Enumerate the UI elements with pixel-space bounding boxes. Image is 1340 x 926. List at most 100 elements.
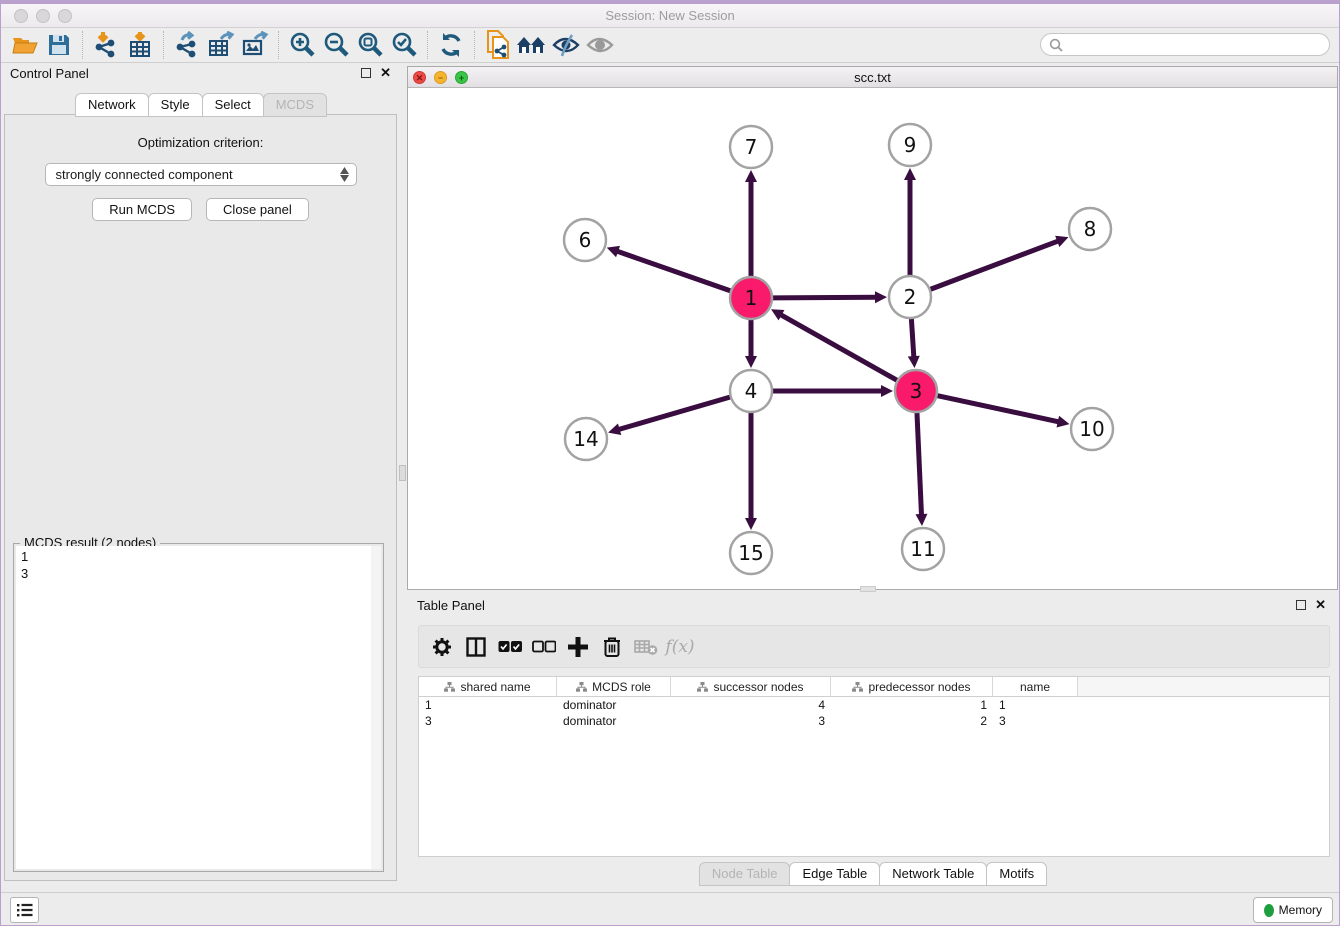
mcds-tab-content: Optimization criterion: strongly connect… bbox=[4, 114, 397, 881]
network-graph[interactable]: 7968124314101511 bbox=[408, 88, 1337, 590]
cell-successor-nodes[interactable]: 4 bbox=[671, 697, 831, 713]
column-header-MCDS-role[interactable]: MCDS role bbox=[557, 677, 671, 697]
delete-row-button[interactable] bbox=[597, 632, 627, 662]
hide-unselected-button[interactable] bbox=[549, 30, 583, 60]
add-row-button[interactable] bbox=[563, 632, 593, 662]
node-label-14: 14 bbox=[573, 427, 598, 451]
cell-MCDS-role[interactable]: dominator bbox=[557, 713, 671, 729]
column-header-shared-name[interactable]: shared name bbox=[419, 677, 557, 697]
plus-icon bbox=[567, 636, 589, 658]
table-row[interactable]: 1dominator411 bbox=[419, 697, 1329, 713]
show-all-button[interactable] bbox=[583, 30, 617, 60]
arrowhead-4-3 bbox=[881, 385, 893, 397]
tab-mcds[interactable]: MCDS bbox=[263, 93, 327, 117]
refresh-button[interactable] bbox=[434, 30, 468, 60]
table-tab-network-table[interactable]: Network Table bbox=[879, 862, 987, 886]
open-session-button[interactable] bbox=[8, 30, 42, 60]
import-table-button[interactable] bbox=[123, 30, 157, 60]
export-table-button[interactable] bbox=[204, 30, 238, 60]
home-button[interactable] bbox=[515, 30, 549, 60]
network-view-window: ✕ − + scc.txt 7968124314101511 bbox=[407, 66, 1338, 590]
trash-icon bbox=[602, 636, 622, 658]
cell-predecessor-nodes[interactable]: 1 bbox=[831, 697, 993, 713]
select-all-icon bbox=[498, 640, 522, 654]
cell-successor-nodes[interactable]: 3 bbox=[671, 713, 831, 729]
save-session-button[interactable] bbox=[42, 30, 76, 60]
zoom-out-button[interactable] bbox=[319, 30, 353, 60]
search-box[interactable] bbox=[1040, 33, 1330, 56]
criterion-dropdown[interactable]: strongly connected component bbox=[45, 163, 357, 186]
node-label-15: 15 bbox=[738, 541, 763, 565]
zoom-fit-button[interactable] bbox=[353, 30, 387, 60]
memory-button[interactable]: Memory bbox=[1253, 897, 1333, 923]
close-panel-button[interactable]: Close panel bbox=[206, 198, 309, 221]
arrowhead-2-9 bbox=[904, 168, 916, 180]
tab-style[interactable]: Style bbox=[148, 93, 203, 117]
mcds-result-list[interactable]: 1 3 bbox=[16, 546, 381, 869]
edge-3-10[interactable] bbox=[938, 396, 1060, 422]
column-header-name[interactable]: name bbox=[993, 677, 1078, 697]
delete-table-button[interactable] bbox=[631, 632, 661, 662]
result-scrollbar[interactable] bbox=[371, 546, 381, 869]
network-window-titlebar[interactable]: ✕ − + scc.txt bbox=[408, 67, 1337, 88]
cell-MCDS-role[interactable]: dominator bbox=[557, 697, 671, 713]
network-from-file-button[interactable] bbox=[481, 30, 515, 60]
table-tab-node-table[interactable]: Node Table bbox=[699, 862, 791, 886]
node-label-7: 7 bbox=[745, 135, 758, 159]
window-title: Session: New Session bbox=[0, 8, 1340, 23]
search-icon bbox=[1049, 38, 1063, 52]
edge-3-1[interactable] bbox=[780, 314, 897, 380]
split-view-button[interactable] bbox=[461, 632, 491, 662]
toolbar-separator bbox=[278, 31, 279, 59]
toolbar-separator bbox=[427, 31, 428, 59]
close-table-panel-icon[interactable]: ✕ bbox=[1315, 600, 1326, 610]
edge-4-14[interactable] bbox=[618, 397, 730, 430]
run-mcds-button[interactable]: Run MCDS bbox=[92, 198, 192, 221]
table-panel-title: Table Panel bbox=[417, 598, 485, 613]
zoom-in-button[interactable] bbox=[285, 30, 319, 60]
select-all-button[interactable] bbox=[495, 632, 525, 662]
table-tab-motifs[interactable]: Motifs bbox=[986, 862, 1047, 886]
arrowhead-2-3 bbox=[908, 356, 920, 368]
task-history-button[interactable] bbox=[10, 897, 39, 923]
tab-select[interactable]: Select bbox=[202, 93, 264, 117]
arrowhead-1-2 bbox=[875, 291, 887, 303]
node-label-1: 1 bbox=[745, 286, 758, 310]
float-table-panel-icon[interactable] bbox=[1296, 600, 1306, 610]
deselect-all-button[interactable] bbox=[529, 632, 559, 662]
cell-predecessor-nodes[interactable]: 2 bbox=[831, 713, 993, 729]
table-settings-button[interactable] bbox=[427, 632, 457, 662]
panel-splitter-handle[interactable] bbox=[399, 465, 406, 481]
column-header-predecessor-nodes[interactable]: predecessor nodes bbox=[831, 677, 993, 697]
zoom-fit-icon bbox=[356, 31, 384, 59]
search-input[interactable] bbox=[1068, 38, 1321, 52]
cell-shared-name[interactable]: 3 bbox=[419, 713, 557, 729]
float-panel-icon[interactable] bbox=[361, 68, 371, 78]
table-row[interactable]: 3dominator323 bbox=[419, 713, 1329, 729]
export-image-icon bbox=[241, 31, 269, 59]
zoom-in-icon bbox=[288, 31, 316, 59]
node-label-2: 2 bbox=[904, 285, 917, 309]
network-window-title: scc.txt bbox=[408, 70, 1337, 85]
zoom-selected-button[interactable] bbox=[387, 30, 421, 60]
cell-name[interactable]: 3 bbox=[993, 713, 1078, 729]
apply-function-button[interactable]: f(x) bbox=[665, 632, 695, 662]
network-canvas[interactable]: 7968124314101511 bbox=[408, 88, 1337, 589]
tab-network[interactable]: Network bbox=[75, 93, 149, 117]
close-panel-icon[interactable]: ✕ bbox=[380, 68, 391, 78]
node-table[interactable]: shared nameMCDS rolesuccessor nodesprede… bbox=[418, 676, 1330, 857]
column-header-successor-nodes[interactable]: successor nodes bbox=[671, 677, 831, 697]
export-network-button[interactable] bbox=[170, 30, 204, 60]
horizontal-splitter-handle[interactable] bbox=[860, 586, 876, 592]
cell-shared-name[interactable]: 1 bbox=[419, 697, 557, 713]
edge-3-11[interactable] bbox=[917, 413, 922, 516]
cell-name[interactable]: 1 bbox=[993, 697, 1078, 713]
table-tab-edge-table[interactable]: Edge Table bbox=[789, 862, 880, 886]
edge-2-8[interactable] bbox=[931, 241, 1060, 290]
eye-icon bbox=[585, 32, 615, 58]
import-network-button[interactable] bbox=[89, 30, 123, 60]
edge-1-2[interactable] bbox=[773, 297, 877, 298]
export-image-button[interactable] bbox=[238, 30, 272, 60]
edge-2-3[interactable] bbox=[911, 319, 913, 358]
edge-1-6[interactable] bbox=[616, 251, 730, 291]
